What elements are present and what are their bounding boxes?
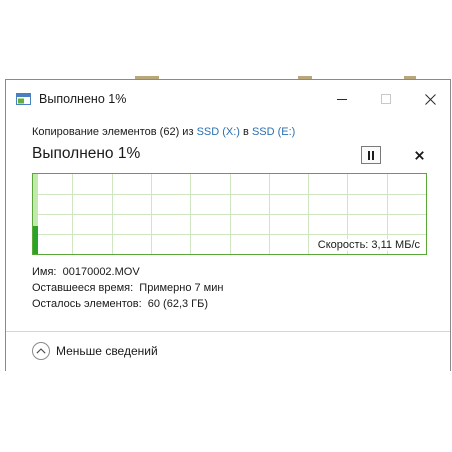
progress-heading: Выполнено 1% [32,145,141,162]
items-remaining-label: Осталось элементов: [32,298,142,310]
items-remaining-row: Осталось элементов: 60 (62,3 ГБ) [32,298,208,310]
file-name-label: Имя: [32,266,57,278]
subtitle-prefix: Копирование элементов (62) из [32,126,197,138]
time-remaining-label: Оставшееся время: [32,282,134,294]
dialog-body: Копирование элементов (62) из SSD (X:) в… [6,118,450,331]
source-link[interactable]: SSD (X:) [197,126,240,138]
title-bar: Выполнено 1% [6,80,450,118]
file-name-row: Имя: 00170002.MOV [32,266,140,278]
window-title: Выполнено 1% [39,92,127,106]
minimize-icon [337,99,347,100]
close-button[interactable] [408,80,452,118]
less-details-link[interactable]: Меньше сведений [56,344,158,358]
maximize-button[interactable] [364,80,408,118]
file-copy-icon [16,93,31,105]
cancel-button[interactable] [410,146,428,164]
copy-subtitle: Копирование элементов (62) из SSD (X:) в… [32,126,295,138]
time-remaining-value: Примерно 7 мин [139,282,224,294]
destination-link[interactable]: SSD (E:) [252,126,295,138]
maximize-icon [381,94,391,104]
pause-button[interactable] [361,146,381,164]
speed-readout: Скорость: 3,11 МБ/с [317,239,420,251]
chevron-up-icon [36,348,46,354]
subtitle-middle: в [239,126,252,138]
copy-progress-dialog: Выполнено 1% Копирование элементов (62) … [5,79,451,372]
speed-bar [33,226,38,254]
close-icon [414,150,424,160]
less-details-toggle[interactable] [32,342,50,360]
time-remaining-row: Оставшееся время: Примерно 7 мин [32,282,223,294]
minimize-button[interactable] [320,80,364,118]
dialog-footer: Меньше сведений [6,331,450,372]
transfer-speed-graph: Скорость: 3,11 МБ/с [32,173,427,255]
file-name-value: 00170002.MOV [62,266,140,278]
items-remaining-value: 60 (62,3 ГБ) [147,298,209,310]
background-top [0,0,452,80]
pause-icon [368,150,374,160]
close-icon [424,93,436,105]
